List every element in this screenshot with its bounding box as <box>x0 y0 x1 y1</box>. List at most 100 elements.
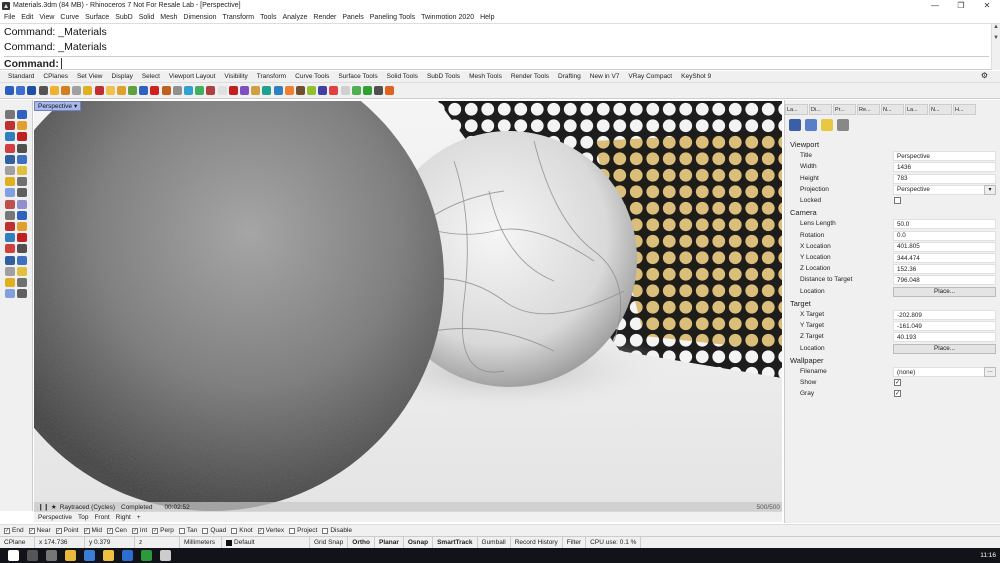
viewport-tab-right[interactable]: Right <box>116 514 131 521</box>
left-tool-icon[interactable] <box>5 244 15 254</box>
toolbar-command-icon[interactable] <box>295 86 305 95</box>
toolbar-command-icon[interactable] <box>228 86 238 95</box>
toolbar-command-icon[interactable] <box>329 86 339 95</box>
menu-render[interactable]: Render <box>313 14 336 21</box>
status-osnap-button[interactable]: Osnap <box>404 536 434 549</box>
osnap-checkbox[interactable] <box>202 527 209 534</box>
camera-icon[interactable] <box>789 119 801 131</box>
left-tool-icon[interactable] <box>5 233 15 243</box>
left-tool-icon[interactable] <box>17 177 27 187</box>
tab-mesh-tools[interactable]: Mesh Tools <box>469 73 502 80</box>
panel-tab[interactable]: H... <box>953 104 976 115</box>
left-tool-icon[interactable] <box>5 154 15 164</box>
osnap-tan[interactable]: Tan <box>178 527 197 534</box>
left-tool-icon[interactable] <box>5 143 15 153</box>
tab-curve-tools[interactable]: Curve Tools <box>295 73 329 80</box>
toolbar-command-icon[interactable] <box>128 86 138 95</box>
command-input[interactable]: Command: <box>4 56 989 70</box>
menu-surface[interactable]: Surface <box>85 14 109 21</box>
add-viewport-icon[interactable]: + <box>137 514 141 521</box>
left-tool-icon[interactable] <box>17 210 27 220</box>
left-tool-icon[interactable] <box>17 143 27 153</box>
osnap-checkbox[interactable] <box>289 527 296 534</box>
toolbar-command-icon[interactable] <box>116 86 126 95</box>
tab-solid-tools[interactable]: Solid Tools <box>387 73 418 80</box>
status-smarttrack-button[interactable]: SmartTrack <box>433 536 478 549</box>
menu-curve[interactable]: Curve <box>60 14 79 21</box>
property-value[interactable]: 344.474 <box>893 253 996 263</box>
left-tool-icon[interactable] <box>5 210 15 220</box>
panel-tab[interactable]: N... <box>929 104 952 115</box>
left-tool-icon[interactable] <box>17 188 27 198</box>
tab-new-in-v7[interactable]: New in V7 <box>590 73 620 80</box>
viewport-title-tab[interactable]: Perspective ▾ <box>34 101 82 111</box>
viewport-tab-front[interactable]: Front <box>94 514 109 521</box>
toolbar-command-icon[interactable] <box>60 86 70 95</box>
toolbar-command-icon[interactable] <box>262 86 272 95</box>
tab-subd-tools[interactable]: SubD Tools <box>427 73 460 80</box>
left-tool-icon[interactable] <box>5 110 15 119</box>
tab-render-tools[interactable]: Render Tools <box>511 73 549 80</box>
file-explorer-icon[interactable] <box>103 550 114 561</box>
command-scrollbar[interactable]: ▲ ▼ <box>991 24 1000 70</box>
left-tool-icon[interactable] <box>5 132 15 142</box>
menu-view[interactable]: View <box>39 14 54 21</box>
property-value[interactable]: 0.0 <box>893 230 996 241</box>
toolbar-command-icon[interactable] <box>251 86 261 95</box>
toolbar-command-icon[interactable] <box>351 86 361 95</box>
panel-tab[interactable]: La... <box>785 104 808 115</box>
layer-indicator[interactable]: Default <box>222 536 310 549</box>
property-value[interactable]: 40.193 <box>893 332 996 343</box>
left-tool-icon[interactable] <box>5 222 15 231</box>
chevron-down-icon[interactable]: ▾ <box>74 102 77 110</box>
osnap-checkbox[interactable]: ✓ <box>28 527 35 534</box>
toolbar-command-icon[interactable] <box>105 86 115 95</box>
menu-transform[interactable]: Transform <box>223 14 255 21</box>
left-tool-icon[interactable] <box>17 154 27 164</box>
menu-mesh[interactable]: Mesh <box>160 14 177 21</box>
menu-help[interactable]: Help <box>480 14 494 21</box>
toolbar-command-icon[interactable] <box>161 86 171 95</box>
viewport-tab-perspective[interactable]: Perspective <box>38 514 72 521</box>
left-tool-icon[interactable] <box>5 278 15 287</box>
osnap-quad[interactable]: Quad <box>202 527 226 534</box>
property-value[interactable]: (none) <box>893 367 996 377</box>
place-button[interactable]: Place... <box>893 286 996 297</box>
tab-keyshot-9[interactable]: KeyShot 9 <box>681 73 711 80</box>
toolbar-command-icon[interactable] <box>195 86 205 95</box>
toolbar-command-icon[interactable] <box>16 86 26 95</box>
menu-file[interactable]: File <box>4 14 15 21</box>
pause-icon[interactable]: ❙❙ <box>38 503 49 511</box>
minimize-icon[interactable]: — <box>922 0 948 11</box>
browse-button[interactable]: … <box>984 367 996 377</box>
property-value[interactable]: 152.36 <box>893 264 996 275</box>
toolbar-command-icon[interactable] <box>139 86 149 95</box>
toolbar-command-icon[interactable] <box>83 86 93 95</box>
left-tool-icon[interactable] <box>17 110 27 119</box>
left-tool-icon[interactable] <box>5 255 15 265</box>
scroll-down-icon[interactable]: ▼ <box>992 35 1000 46</box>
left-tool-icon[interactable] <box>17 121 27 131</box>
material-icon[interactable] <box>805 119 817 131</box>
osnap-checkbox[interactable] <box>322 527 329 534</box>
property-value[interactable]: 783 <box>893 173 996 184</box>
status-gumball-button[interactable]: Gumball <box>478 536 511 549</box>
toolbar-command-icon[interactable] <box>363 86 372 95</box>
toolbar-command-icon[interactable] <box>284 86 294 95</box>
status-planar-button[interactable]: Planar <box>375 536 404 549</box>
property-value[interactable]: 401.805 <box>893 241 996 252</box>
left-tool-icon[interactable] <box>5 121 15 131</box>
toolbar-command-icon[interactable] <box>307 86 317 95</box>
property-value[interactable]: 796.048 <box>893 275 996 286</box>
tab-select[interactable]: Select <box>142 73 160 80</box>
osnap-int[interactable]: ✓ Int <box>131 527 147 534</box>
toolbar-command-icon[interactable] <box>72 86 82 95</box>
panel-tab[interactable]: La... <box>905 104 928 115</box>
menu-paneling-tools[interactable]: Paneling Tools <box>370 14 415 21</box>
osnap-checkbox[interactable]: ✓ <box>4 527 10 534</box>
menu-twinmotion-2020[interactable]: Twinmotion 2020 <box>421 14 474 21</box>
status-ortho-button[interactable]: Ortho <box>348 536 375 549</box>
property-value[interactable]: 50.0 <box>893 219 996 230</box>
menu-solid[interactable]: Solid <box>139 14 155 21</box>
menu-dimension[interactable]: Dimension <box>183 14 216 21</box>
